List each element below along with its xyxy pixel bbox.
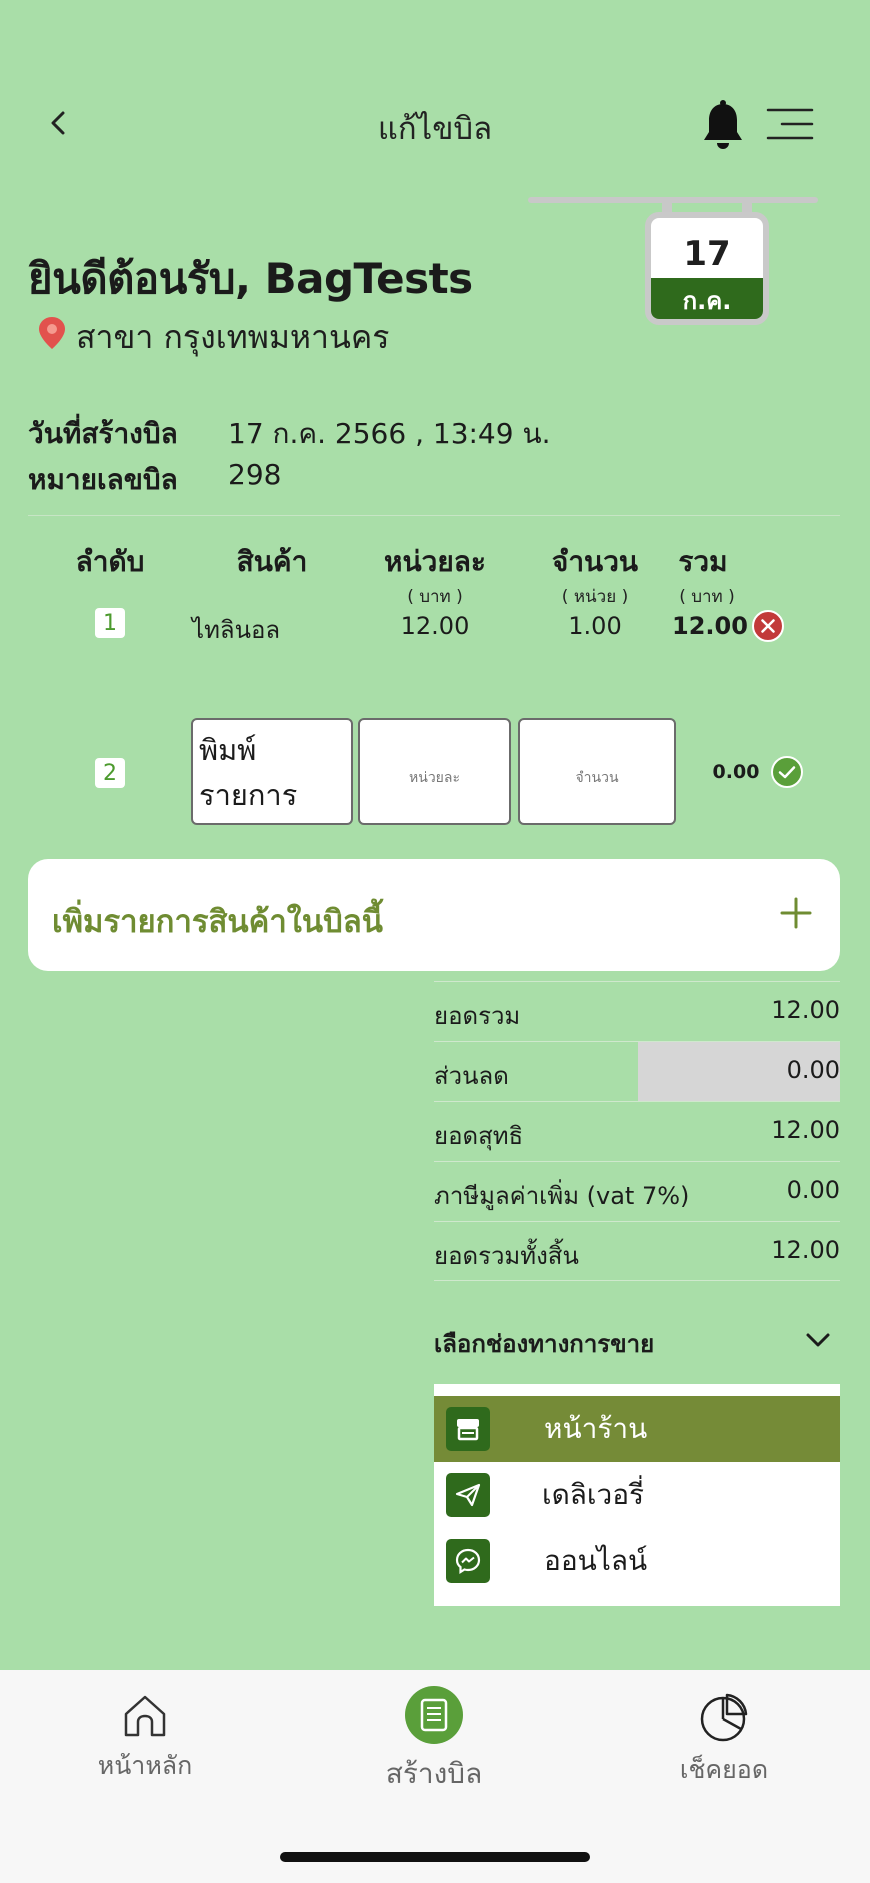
nav-home-label: หน้าหลัก bbox=[97, 1751, 193, 1780]
chevron-down-icon[interactable] bbox=[802, 1326, 834, 1354]
summary-value: 12.00 bbox=[771, 1116, 840, 1144]
summary-row-net: ยอดสุทธิ 12.00 bbox=[434, 1101, 840, 1161]
nav-check-balance[interactable]: เช็คยอด bbox=[668, 1692, 780, 1790]
confirm-row-button[interactable] bbox=[771, 756, 803, 788]
home-indicator bbox=[280, 1852, 590, 1862]
summary-row-subtotal: ยอดรวม 12.00 bbox=[434, 981, 840, 1041]
summary-value: 12.00 bbox=[771, 996, 840, 1024]
new-row-total: 0.00 bbox=[712, 761, 760, 783]
summary-label: ยอดสุทธิ bbox=[434, 1122, 524, 1150]
summary-value: 0.00 bbox=[786, 1176, 840, 1204]
nav-check-balance-label: เช็คยอด bbox=[679, 1755, 769, 1784]
column-header-unit-price: หน่วยละ bbox=[384, 545, 486, 578]
product-input-placeholder: พิมพ์ รายการ bbox=[199, 733, 298, 812]
nav-create-bill[interactable]: สร้างบิล bbox=[374, 1686, 494, 1796]
pie-chart-icon bbox=[700, 1693, 748, 1742]
qty-placeholder: จำนวน bbox=[575, 769, 619, 786]
divider bbox=[28, 515, 840, 516]
unit-price-input[interactable]: หน่วยละ bbox=[358, 718, 511, 825]
calendar-day: 17 bbox=[683, 234, 731, 274]
calendar-month: ก.ค. bbox=[651, 278, 763, 319]
row-number: 1 bbox=[95, 608, 125, 638]
messenger-icon bbox=[446, 1539, 490, 1583]
remove-row-button[interactable] bbox=[752, 610, 784, 642]
channel-option-label: หน้าร้าน bbox=[544, 1412, 648, 1445]
row-total: 12.00 bbox=[672, 612, 748, 640]
plus-icon[interactable] bbox=[776, 893, 816, 933]
column-header-qty: จำนวน bbox=[551, 545, 639, 578]
summary-row-discount: ส่วนลด 0.00 bbox=[434, 1041, 840, 1102]
calendar-rail bbox=[528, 197, 818, 203]
bell-icon bbox=[704, 100, 742, 149]
column-subheader-qty: ( หน่วย ) bbox=[561, 587, 629, 607]
send-icon bbox=[446, 1473, 490, 1517]
branch-name: สาขา กรุงเทพมหานคร bbox=[76, 318, 390, 356]
nav-home[interactable]: หน้าหลัก bbox=[90, 1692, 200, 1786]
row-product[interactable]: ไทลินอล bbox=[180, 610, 290, 649]
row-unit-price[interactable]: 12.00 bbox=[370, 612, 500, 640]
store-icon bbox=[446, 1407, 490, 1451]
column-header-product: สินค้า bbox=[236, 545, 308, 578]
channel-option-store[interactable]: หน้าร้าน bbox=[434, 1396, 840, 1462]
created-date-label: วันที่สร้างบิล bbox=[28, 417, 178, 450]
summary-label: ส่วนลด bbox=[434, 1062, 509, 1090]
check-circle-icon bbox=[771, 756, 803, 788]
bill-number-label: หมายเลขบิล bbox=[28, 463, 178, 496]
summary-row-vat: ภาษีมูลค่าเพิ่ม (vat 7%) 0.00 bbox=[434, 1161, 840, 1221]
summary-value: 0.00 bbox=[786, 1056, 840, 1084]
column-subheader-unit-price: ( บาท ) bbox=[407, 587, 463, 607]
channel-option-label: เดลิเวอรี่ bbox=[542, 1478, 645, 1511]
qty-input[interactable]: จำนวน bbox=[518, 718, 676, 825]
column-header-total: รวม bbox=[678, 545, 728, 578]
channel-option-online[interactable]: ออนไลน์ bbox=[434, 1528, 840, 1594]
notification-button[interactable] bbox=[700, 100, 746, 152]
close-circle-icon bbox=[752, 610, 784, 642]
location-pin-icon bbox=[39, 317, 65, 349]
row-qty[interactable]: 1.00 bbox=[530, 612, 660, 640]
summary-row-grand-total: ยอดรวมทั้งสิ้น 12.00 bbox=[434, 1221, 840, 1281]
column-header-no: ลำดับ bbox=[75, 545, 145, 578]
menu-icon bbox=[766, 108, 814, 140]
menu-button[interactable] bbox=[764, 106, 816, 142]
bill-icon bbox=[405, 1686, 463, 1744]
new-row-number: 2 bbox=[95, 758, 125, 788]
sales-channel-label: เลือกช่องทางการขาย bbox=[434, 1330, 655, 1358]
created-date-value: 17 ก.ค. 2566 , 13:49 น. bbox=[228, 417, 551, 450]
summary-label: ยอดรวม bbox=[434, 1002, 521, 1030]
home-icon bbox=[124, 1695, 166, 1737]
product-input[interactable]: พิมพ์ รายการ bbox=[191, 718, 353, 825]
date-calendar: 17 ก.ค. bbox=[645, 212, 769, 325]
sales-channel-list: หน้าร้าน เดลิเวอรี่ ออนไลน์ bbox=[434, 1384, 840, 1606]
column-subheader-total: ( บาท ) bbox=[679, 587, 735, 607]
summary-label: ภาษีมูลค่าเพิ่ม (vat 7%) bbox=[434, 1182, 690, 1210]
summary-label: ยอดรวมทั้งสิ้น bbox=[434, 1242, 579, 1270]
unit-price-placeholder: หน่วยละ bbox=[409, 769, 460, 786]
summary-value: 12.00 bbox=[771, 1236, 840, 1264]
bill-number-value: 298 bbox=[228, 458, 282, 491]
nav-create-bill-label: สร้างบิล bbox=[385, 1757, 483, 1790]
welcome-heading: ยินดีต้อนรับ, BagTests bbox=[28, 254, 473, 303]
add-item-label: เพิ่มรายการสินค้าในบิลนี้ bbox=[52, 904, 383, 940]
channel-option-delivery[interactable]: เดลิเวอรี่ bbox=[434, 1462, 840, 1528]
channel-option-label: ออนไลน์ bbox=[544, 1544, 648, 1577]
